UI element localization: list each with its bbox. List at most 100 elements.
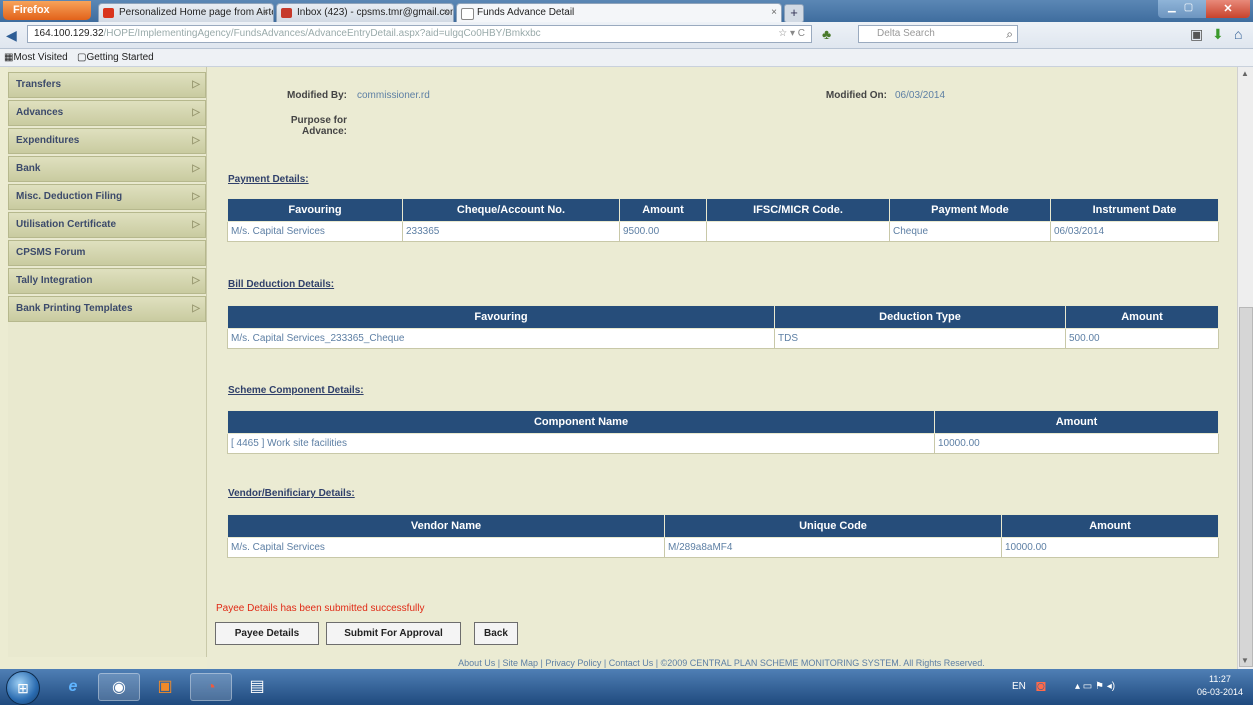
minimize-maximize-icons[interactable]: ▁▢ [1168,2,1201,13]
column-header: Cheque/Account No. [402,198,620,222]
chevron-right-icon: ▷ [192,163,200,174]
vendor-details-title: Vendor/Benificiary Details: [228,488,355,499]
tab-label: Funds Advance Detail [477,7,575,18]
sidebar-item-cpsms-forum[interactable]: CPSMS Forum [8,240,206,266]
scheme-component-title: Scheme Component Details: [228,385,364,396]
ifsc-cell [706,221,890,242]
start-button-icon[interactable]: ⊞ [6,671,40,705]
page-footer[interactable]: About Us | Site Map | Privacy Policy | C… [207,657,1236,669]
tab-label: Personalized Home page from Airtel ... [119,7,274,18]
scrollbar-thumb[interactable] [1239,307,1253,667]
sidebar-menu: Transfers ▷ Advances ▷ Expenditures ▷ Bank ▷… [8,67,207,657]
search-icon[interactable]: ⌕ [1006,26,1013,42]
taskbar-clock[interactable]: 11:27 06-03-2014 [1197,673,1243,699]
clock-date: 06-03-2014 [1196,687,1243,697]
media-player-icon[interactable]: ▣ [144,673,186,701]
cheque-account-cell: 233365 [402,221,620,242]
column-header: Payment Mode [889,198,1051,222]
bookmark-getting-started[interactable]: ▢ Getting Started [77,49,154,66]
column-header: Deduction Type [774,305,1066,329]
submit-for-approval-button[interactable]: Submit For Approval [326,622,461,645]
table-header-row: Vendor Name Unique Code Amount [227,514,1219,538]
browser-tab-bar: Firefox Personalized Home page from Airt… [0,0,1253,23]
url-path: /HOPE/ImplementingAgency/FundsAdvances/A… [103,28,541,39]
tab-airtel[interactable]: Personalized Home page from Airtel ... × [98,3,274,22]
column-header: Unique Code [664,514,1002,538]
internet-explorer-icon[interactable]: e [52,673,94,701]
system-tray-icons[interactable]: ▴ ▭ ⚑ ◂) [1075,669,1115,705]
success-status-message: Payee Details has been submitted success… [216,603,425,614]
bill-deduction-table: Favouring Deduction Type Amount M/s. Cap… [227,305,1219,349]
firefox-menu-button[interactable]: Firefox [3,1,91,20]
bill-deduction-title: Bill Deduction Details: [228,279,335,290]
tab-close-icon[interactable]: × [263,4,269,22]
table-row: M/s. Capital Services M/289a8aMF4 10000.… [227,537,1219,558]
column-header: Favouring [227,198,403,222]
page-scrollbar[interactable]: ▲ ▼ [1237,67,1253,669]
airtel-app-icon[interactable]: ◔ [190,673,232,701]
tab-label: Inbox (423) - cpsms.tmr@gmail.com - ... [297,7,454,18]
chevron-right-icon: ▷ [192,303,200,314]
tab-close-icon[interactable]: × [443,4,449,22]
window-close-button[interactable]: ✕ [1206,0,1250,18]
navigation-toolbar: ◀ 164.100.129.32/HOPE/ImplementingAgency… [0,22,1253,49]
firefox-taskbar-icon[interactable]: ◉ [98,673,140,701]
download-arrow-icon[interactable]: ⬇ [1212,26,1224,43]
table-row: [ 4465 ] Work site facilities 10000.00 [227,433,1219,454]
sidebar-item-misc-deduction-filing[interactable]: Misc. Deduction Filing ▷ [8,184,206,210]
back-button[interactable]: Back [474,622,518,645]
window-controls: ▁▢ ✕ [1158,0,1250,18]
table-row: M/s. Capital Services_233365_Cheque TDS … [227,328,1219,349]
page-favicon-icon [461,8,474,20]
scheme-component-table: Component Name Amount [ 4465 ] Work site… [227,410,1219,454]
tray-app-icon[interactable]: ◙ [1036,669,1046,705]
column-header: Vendor Name [227,514,665,538]
modified-by-value: commissioner.rd [357,90,430,101]
url-host: 164.100.129.32 [34,28,104,39]
chevron-right-icon: ▷ [192,107,200,118]
sidebar-item-bank[interactable]: Bank ▷ [8,156,206,182]
windows-taskbar: ⊞ e ◉ ▣ ◔ ▤ EN ◙ ▴ ▭ ⚑ ◂) 11:27 06-03-20… [0,669,1253,705]
column-header: Component Name [227,410,935,434]
gmail-favicon-icon [281,8,292,18]
payment-mode-cell: Cheque [889,221,1051,242]
sidebar-item-utilisation-certificate[interactable]: Utilisation Certificate ▷ [8,212,206,238]
sidebar-item-tally-integration[interactable]: Tally Integration ▷ [8,268,206,294]
tab-gmail[interactable]: Inbox (423) - cpsms.tmr@gmail.com - ... … [276,3,454,22]
tab-funds-advance-detail[interactable]: Funds Advance Detail × [456,3,782,22]
table-header-row: Component Name Amount [227,410,1219,434]
tab-close-icon[interactable]: × [771,4,777,22]
payment-details-title: Payment Details: [228,174,309,185]
favouring-cell: M/s. Capital Services [227,221,403,242]
page-menu-icon[interactable]: ▣ [1190,26,1203,43]
home-icon[interactable]: ⌂ [1234,26,1242,42]
url-bar[interactable]: 164.100.129.32/HOPE/ImplementingAgency/F… [27,25,812,43]
favouring-cell: M/s. Capital Services_233365_Cheque [227,328,775,349]
column-header: Amount [934,410,1219,434]
scroll-up-arrow-icon[interactable]: ▲ [1241,69,1249,78]
payee-details-button[interactable]: Payee Details [215,622,319,645]
chevron-right-icon: ▷ [192,79,200,90]
document-app-icon[interactable]: ▤ [236,673,278,701]
amount-cell: 500.00 [1065,328,1219,349]
addon-icon[interactable]: ♣ [822,26,831,42]
amount-cell: 10000.00 [1001,537,1219,558]
chevron-right-icon: ▷ [192,135,200,146]
bookmark-most-visited[interactable]: ▦ Most Visited [4,49,68,66]
sidebar-item-bank-printing-templates[interactable]: Bank Printing Templates ▷ [8,296,206,322]
scroll-down-arrow-icon[interactable]: ▼ [1241,656,1249,665]
sidebar-item-transfers[interactable]: Transfers ▷ [8,72,206,98]
sidebar-item-advances[interactable]: Advances ▷ [8,100,206,126]
table-row: M/s. Capital Services 233365 9500.00 Che… [227,221,1219,242]
back-arrow-icon[interactable]: ◀ [6,27,17,44]
new-tab-button[interactable]: + [784,4,804,23]
purpose-label: Purpose for Advance: [290,115,347,137]
column-header: Instrument Date [1050,198,1219,222]
bookmark-star-icon[interactable]: ☆ ▾ C [778,26,805,42]
search-input[interactable]: Delta Search ⌕ [858,25,1018,43]
vendor-name-cell: M/s. Capital Services [227,537,665,558]
sidebar-item-expenditures[interactable]: Expenditures ▷ [8,128,206,154]
chevron-right-icon: ▷ [192,219,200,230]
language-indicator[interactable]: EN [1012,669,1026,705]
column-header: IFSC/MICR Code. [706,198,890,222]
